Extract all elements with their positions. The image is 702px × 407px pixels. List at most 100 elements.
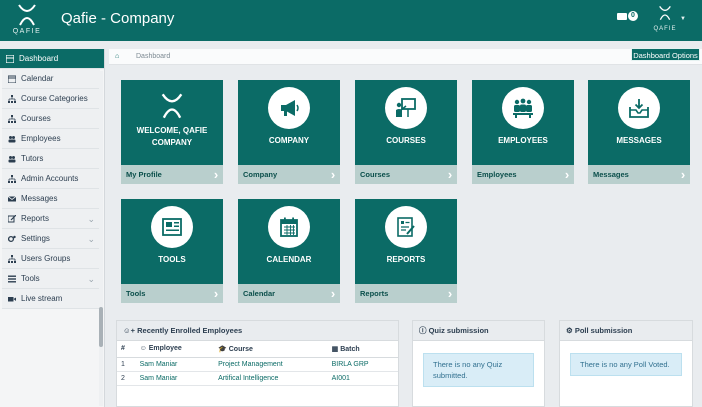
column-header: ▦ Batch	[327, 341, 398, 358]
chevron-right-icon: ›	[447, 286, 453, 301]
tile-title: COMPANY	[268, 136, 310, 145]
quiz-submission-panel: ⓘ Quiz submission There is no any Quiz s…	[412, 320, 545, 407]
panel-heading: ⚙ Poll submission	[560, 321, 692, 341]
column-header: 🎓 Course	[214, 341, 328, 358]
sidebar-item-dashboard[interactable]: Dashboard	[0, 49, 104, 69]
column-header: #	[117, 341, 136, 358]
inbox-icon	[629, 99, 649, 118]
chevron-right-icon: ›	[330, 286, 336, 301]
tile-link-company[interactable]: Company ›	[238, 165, 340, 184]
sidebar-scrollbar[interactable]	[99, 71, 103, 406]
sidebar-item-label: Messages	[21, 194, 58, 203]
chevron-right-icon: ›	[447, 167, 453, 182]
megaphone-icon	[281, 100, 299, 116]
report-icon	[397, 217, 415, 237]
tile-link-tools[interactable]: Tools ›	[121, 284, 223, 303]
sitemap-icon	[8, 175, 16, 183]
breadcrumb: ⌂ Dashboard	[109, 49, 702, 65]
sidebar-item-settings[interactable]: Settings ⌄	[2, 229, 100, 249]
tile-link-employees[interactable]: Employees ›	[472, 165, 574, 184]
sidebar-item-messages[interactable]: Messages	[2, 189, 100, 209]
sidebar-scrollbar-thumb[interactable]	[99, 307, 103, 347]
chevron-right-icon: ›	[680, 167, 686, 182]
column-header: ☺ Employee	[135, 341, 215, 358]
tile-link-courses[interactable]: Courses ›	[355, 165, 457, 184]
sidebar-item-courses[interactable]: Courses	[2, 109, 100, 129]
cog-icon: ⚙	[566, 326, 575, 335]
table-row: 1 Sam Maniar Project Management BIRLA GR…	[117, 357, 398, 372]
quiz-empty-message: There is no any Quiz submitted.	[423, 353, 534, 387]
logo-text: QAFIE	[12, 28, 42, 35]
tile-reports[interactable]: REPORTS Reports ›	[355, 199, 457, 303]
chevron-down-icon[interactable]: ▼	[680, 16, 686, 22]
tile-title: COURSES	[386, 136, 426, 145]
qafie-logo-icon	[18, 4, 36, 26]
question-circle-icon: ⓘ	[419, 326, 429, 335]
user-avatar-icon	[659, 5, 671, 20]
dashboard-icon	[6, 55, 14, 63]
mail-count-badge[interactable]: 0	[628, 11, 638, 21]
tile-messages[interactable]: MESSAGES Messages ›	[588, 80, 690, 184]
calendar-icon	[8, 75, 16, 83]
presentation-icon	[396, 98, 416, 117]
tile-calendar[interactable]: CALENDAR Calendar ›	[238, 199, 340, 303]
sidebar-item-tools[interactable]: Tools ⌄	[2, 269, 100, 289]
list-icon	[8, 275, 16, 283]
sidebar-item-live-stream[interactable]: Live stream	[2, 289, 100, 309]
sitemap-icon	[8, 95, 16, 103]
envelope-icon[interactable]	[617, 13, 627, 20]
sidebar-item-reports[interactable]: Reports ⌄	[2, 209, 100, 229]
tile-welcome[interactable]: WELCOME, QAFIE COMPANY My Profile ›	[121, 80, 223, 184]
sidebar-item-label: Dashboard	[19, 54, 59, 63]
dashboard-options-button[interactable]: Dashboard Options	[631, 48, 700, 61]
qafie-logo[interactable]: QAFIE	[10, 3, 44, 39]
graduation-cap-icon: 🎓	[218, 345, 229, 353]
sidebar-item-tutors[interactable]: Tutors	[2, 149, 100, 169]
home-icon[interactable]: ⌂	[115, 53, 119, 60]
sidebar-item-label: Course Categories	[21, 94, 88, 103]
sidebar-item-label: Tools	[21, 274, 40, 283]
tile-employees[interactable]: EMPLOYEES Employees ›	[472, 80, 574, 184]
edit-icon	[8, 215, 16, 223]
team-icon	[513, 98, 533, 118]
tile-link-my-profile[interactable]: My Profile ›	[121, 165, 223, 184]
tile-title: TOOLS	[158, 255, 186, 264]
user-logo-text: QAFIE	[653, 26, 677, 32]
breadcrumb-current: Dashboard	[136, 53, 171, 60]
table-row: 2 Sam Maniar Artifical Intelligence AI00…	[117, 371, 398, 386]
sidebar-item-admin-accounts[interactable]: Admin Accounts	[2, 169, 100, 189]
sidebar-item-course-categories[interactable]: Course Categories	[2, 89, 100, 109]
sidebar-item-label: Settings	[21, 234, 50, 243]
qafie-logo-icon	[161, 93, 183, 119]
user-plus-icon: ☺+	[123, 326, 138, 335]
chevron-right-icon: ›	[330, 167, 336, 182]
sitemap-icon	[8, 115, 16, 123]
newspaper-icon	[162, 218, 182, 236]
tile-link-reports[interactable]: Reports ›	[355, 284, 457, 303]
table-icon: ▦	[331, 345, 341, 353]
chevron-down-icon[interactable]: ⌄	[87, 209, 95, 229]
chevron-down-icon[interactable]: ⌄	[87, 229, 95, 249]
tile-courses[interactable]: COURSES Courses ›	[355, 80, 457, 184]
sidebar-item-label: Reports	[21, 214, 50, 223]
panel-heading: ⓘ Quiz submission	[413, 321, 544, 341]
table-header-row: # ☺ Employee 🎓 Course ▦ Batch	[117, 341, 398, 358]
enrolled-table: # ☺ Employee 🎓 Course ▦ Batch 1 Sam Mani…	[117, 341, 398, 386]
sidebar-item-employees[interactable]: Employees	[2, 129, 100, 149]
recently-enrolled-panel: ☺+ Recently Enrolled Employees # ☺ Emplo…	[116, 320, 399, 407]
app-title: Qafie - Company	[61, 10, 175, 27]
tile-company[interactable]: COMPANY Company ›	[238, 80, 340, 184]
sidebar-item-users-groups[interactable]: Users Groups	[2, 249, 100, 269]
envelope-icon	[8, 196, 16, 202]
tile-tools[interactable]: TOOLS Tools ›	[121, 199, 223, 303]
tile-link-calendar[interactable]: Calendar ›	[238, 284, 340, 303]
panel-heading: ☺+ Recently Enrolled Employees	[117, 321, 398, 341]
sidebar-item-calendar[interactable]: Calendar	[2, 69, 100, 89]
sidebar-item-label: Employees	[21, 134, 61, 143]
tile-link-messages[interactable]: Messages ›	[588, 165, 690, 184]
chevron-down-icon[interactable]: ⌄	[87, 269, 95, 289]
calendar-icon	[280, 217, 298, 237]
cogs-icon	[8, 235, 16, 243]
users-icon	[8, 156, 16, 163]
user-menu[interactable]: QAFIE	[652, 5, 678, 32]
